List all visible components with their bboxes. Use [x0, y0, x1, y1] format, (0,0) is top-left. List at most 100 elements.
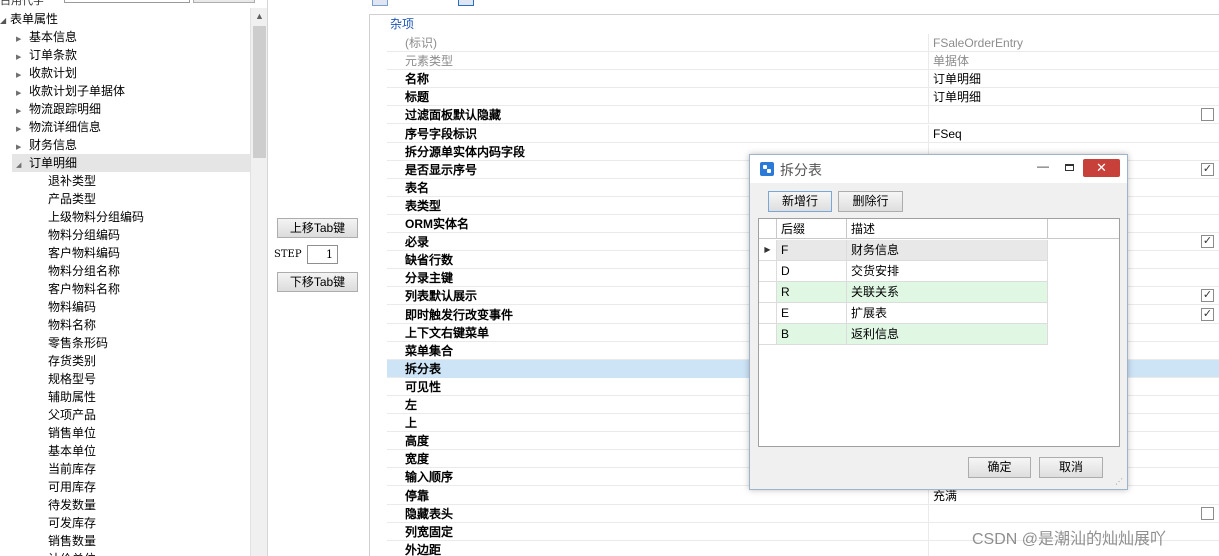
expanded-arrow-icon[interactable]: ◢	[16, 157, 29, 175]
checkbox-checked[interactable]: ✓	[1201, 289, 1214, 303]
suffix-cell[interactable]: D	[777, 261, 847, 282]
property-value[interactable]: 订单明细	[933, 70, 1219, 88]
checkbox-unchecked[interactable]	[1201, 108, 1214, 122]
property-value[interactable]: 订单明细	[933, 88, 1219, 106]
tree-item[interactable]: ▶ 物流详细信息	[16, 118, 101, 136]
tree-item[interactable]: ◢ 订单明细	[12, 154, 250, 172]
property-row[interactable]: 元素类型 单据体	[387, 52, 1219, 71]
property-value[interactable]: FSeq	[933, 125, 1219, 143]
property-value[interactable]	[933, 505, 1219, 523]
suffix-cell[interactable]: B	[777, 324, 847, 345]
tree-item[interactable]: 物料编码	[48, 298, 96, 316]
tree-scrollbar[interactable]: ▲	[250, 8, 267, 556]
property-row[interactable]: (标识) FSaleOrderEntry	[387, 34, 1219, 52]
close-icon[interactable]: ✕	[1083, 159, 1120, 177]
row-indicator[interactable]	[759, 282, 777, 303]
maximize-icon[interactable]	[1059, 159, 1079, 177]
tree-item[interactable]: 销售单位	[48, 424, 96, 442]
property-pages-icon[interactable]	[432, 0, 448, 6]
tree-item[interactable]: 存货类别	[48, 352, 96, 370]
checkbox-checked[interactable]: ✓	[1201, 162, 1214, 176]
description-cell[interactable]: 返利信息	[847, 324, 1048, 345]
split-table-grid[interactable]: 后缀 描述 ▶ F 财务信息 D 交货安排 R 关联关系 E 扩展表 B 返利信息	[758, 218, 1120, 447]
tree-item-label: 基本单位	[48, 444, 97, 458]
column-header-suffix[interactable]: 后缀	[777, 219, 847, 239]
tree-item[interactable]: 待发数量	[48, 496, 96, 514]
sort-alpha-icon[interactable]	[398, 0, 414, 6]
description-cell[interactable]: 财务信息	[847, 240, 1048, 261]
suffix-cell[interactable]: F	[777, 240, 847, 261]
checkbox-checked[interactable]: ✓	[1201, 307, 1214, 321]
property-value[interactable]: FSaleOrderEntry	[933, 34, 1219, 52]
tree-item[interactable]: 可用库存	[48, 478, 96, 496]
checkbox-checked[interactable]: ✓	[1201, 235, 1214, 249]
category-misc[interactable]: 杂项	[370, 16, 414, 33]
checkbox-unchecked[interactable]	[1201, 506, 1214, 520]
resize-grip-icon[interactable]: ⋰	[1115, 477, 1125, 487]
tree-item[interactable]: 当前库存	[48, 460, 96, 478]
tree-item[interactable]: 上级物料分组编码	[48, 208, 144, 226]
tree-item[interactable]: 基本单位	[48, 442, 96, 460]
tree-item[interactable]: 零售条形码	[48, 334, 108, 352]
tree-item[interactable]: 产品类型	[48, 190, 96, 208]
tree-item[interactable]: 物料分组编码	[48, 226, 120, 244]
property-row[interactable]: 标题 订单明细	[387, 88, 1219, 107]
tree-item[interactable]: ▶ 收款计划	[16, 64, 77, 82]
property-name: 过滤面板默认隐藏	[405, 106, 929, 125]
row-indicator[interactable]	[759, 324, 777, 345]
tree-item[interactable]: 辅助属性	[48, 388, 96, 406]
dialog-titlebar[interactable]: 拆分表 — ✕	[750, 155, 1127, 183]
move-down-tab-button[interactable]: 下移Tab键	[277, 272, 358, 292]
tree-item[interactable]: ▶ 收款计划子单据体	[16, 82, 125, 100]
step-input[interactable]: 1	[307, 245, 338, 264]
tree-search-input[interactable]	[64, 0, 190, 3]
property-row[interactable]: 序号字段标识 FSeq	[387, 124, 1219, 143]
form-properties-tree[interactable]: 占用代字 ◢ 表单属性 ▶ 基本信息 ▶ 订单条款 ▶ 收款计划 ▶ 收款计划子单据体 ▶ 物流跟踪…	[0, 0, 268, 556]
tree-item[interactable]: 规格型号	[48, 370, 96, 388]
expanded-arrow-icon[interactable]: ◢	[0, 12, 10, 30]
tree-item[interactable]: ▶ 财务信息	[16, 136, 77, 154]
tree-item[interactable]: ▶ 物流跟踪明细	[16, 100, 101, 118]
tree-item-label: 可发库存	[48, 516, 97, 530]
minimize-icon[interactable]: —	[1033, 159, 1053, 177]
property-value[interactable]: 单据体	[933, 52, 1219, 70]
scroll-up-arrow-icon[interactable]: ▲	[251, 8, 267, 25]
delete-row-button[interactable]: 删除行	[838, 191, 903, 212]
tree-item[interactable]: 销售数量	[48, 532, 96, 550]
tree-search-button[interactable]	[193, 0, 255, 3]
description-cell[interactable]: 关联关系	[847, 282, 1048, 303]
tree-item[interactable]: 物料名称	[48, 316, 96, 334]
tree-search-bar: 占用代字	[0, 0, 267, 7]
events-icon[interactable]	[458, 0, 474, 6]
row-indicator[interactable]	[759, 261, 777, 282]
property-row[interactable]: 过滤面板默认隐藏	[387, 106, 1219, 125]
property-name: 序号字段标识	[405, 124, 929, 143]
property-value[interactable]	[933, 106, 1219, 124]
tree-item[interactable]: ▶ 订单条款	[16, 46, 77, 64]
property-row[interactable]: 名称 订单明细	[387, 70, 1219, 89]
tree-item[interactable]: 客户物料编码	[48, 244, 120, 262]
tree-item-label: 物料分组编码	[48, 228, 121, 242]
current-row-indicator-icon[interactable]: ▶	[759, 240, 777, 261]
cancel-button[interactable]: 取消	[1039, 457, 1103, 478]
ok-button[interactable]: 确定	[968, 457, 1031, 478]
suffix-cell[interactable]: E	[777, 303, 847, 324]
tree-item[interactable]: 可发库存	[48, 514, 96, 532]
tree-item[interactable]: 物料分组名称	[48, 262, 120, 280]
tree-item[interactable]: 客户物料名称	[48, 280, 120, 298]
tree-root[interactable]: ◢ 表单属性	[0, 10, 58, 28]
scrollbar-thumb[interactable]	[253, 26, 266, 158]
description-cell[interactable]: 交货安排	[847, 261, 1048, 282]
move-up-tab-button[interactable]: 上移Tab键	[277, 218, 358, 238]
suffix-cell[interactable]: R	[777, 282, 847, 303]
description-cell[interactable]: 扩展表	[847, 303, 1048, 324]
sort-category-icon[interactable]	[372, 0, 388, 6]
add-row-button[interactable]: 新增行	[768, 191, 832, 212]
tree-item[interactable]: ▶ 基本信息	[16, 28, 77, 46]
column-header-description[interactable]: 描述	[847, 219, 1048, 239]
tree-item[interactable]: 退补类型	[48, 172, 96, 190]
tree-item[interactable]: 计价单位	[48, 550, 96, 556]
row-indicator[interactable]	[759, 303, 777, 324]
property-row[interactable]: 隐藏表头	[387, 504, 1219, 523]
tree-item[interactable]: 父项产品	[48, 406, 96, 424]
